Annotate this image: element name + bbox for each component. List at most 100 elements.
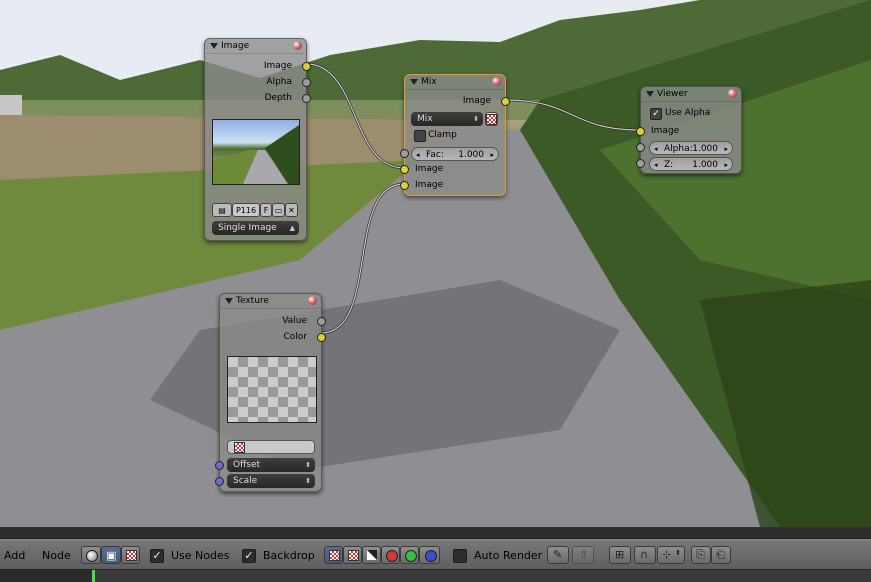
node-preview-ball-icon[interactable] xyxy=(492,77,501,86)
clamp-label: Clamp xyxy=(428,130,457,140)
checker-texture-icon xyxy=(348,550,359,561)
collapse-triangle-icon[interactable] xyxy=(225,298,233,304)
scale-dropdown[interactable]: Scale ⬍ xyxy=(227,474,315,488)
fake-user-button[interactable]: F xyxy=(260,203,272,217)
texture-node-header[interactable]: Texture xyxy=(220,294,321,309)
area-separator[interactable] xyxy=(0,527,871,539)
node-preview-ball-icon[interactable] xyxy=(293,41,302,50)
unlink-image-button[interactable]: ✕ xyxy=(285,203,298,217)
use-nodes-checkbox[interactable]: ✓ xyxy=(150,549,164,563)
input-z-socket[interactable] xyxy=(636,159,645,168)
viewer-node[interactable]: Viewer ✓ Use Alpha Image ◂ Alpha: 1.000 … xyxy=(636,86,742,174)
blend-mode-dropdown[interactable]: Mix ⬍ xyxy=(411,112,483,126)
node-preview-ball-icon[interactable] xyxy=(728,89,737,98)
backdrop-alpha-button[interactable] xyxy=(362,546,381,564)
image-datablock-name[interactable]: P116 xyxy=(232,203,260,217)
image-source-dropdown[interactable]: Single Image ▲ xyxy=(212,221,299,235)
output-color-label: Color xyxy=(283,332,308,342)
snap-toggle-button[interactable]: ⊞ xyxy=(609,546,631,564)
image-browse-button[interactable]: ▤ xyxy=(212,203,232,217)
input-image-1-label: Image xyxy=(415,164,444,174)
input-image-socket[interactable] xyxy=(636,127,645,136)
input-image-2-socket[interactable] xyxy=(400,181,409,190)
decrement-arrow-icon[interactable]: ◂ xyxy=(654,158,658,172)
compositor-tree-button[interactable]: ▣ xyxy=(101,546,121,564)
texture-datablock-field[interactable] xyxy=(227,440,315,454)
clamp-checkbox[interactable] xyxy=(414,130,426,142)
node-preview-ball-icon[interactable] xyxy=(308,296,317,305)
texture-tree-button[interactable] xyxy=(121,546,140,564)
updown-arrows-icon: ⬍ xyxy=(305,461,311,469)
backdrop-blue-button[interactable] xyxy=(419,546,440,564)
backdrop-color-alpha-button[interactable] xyxy=(324,546,343,564)
blue-channel-icon xyxy=(425,550,437,562)
use-alpha-checkbox[interactable]: ✓ xyxy=(650,108,662,120)
increment-arrow-icon[interactable]: ▸ xyxy=(724,142,728,156)
backdrop-color-button[interactable] xyxy=(343,546,362,564)
timeline-playhead[interactable] xyxy=(92,570,95,582)
use-alpha-toggle[interactable] xyxy=(485,112,498,126)
shader-tree-icon xyxy=(86,550,98,562)
close-icon: ✕ xyxy=(288,206,295,215)
output-image-socket[interactable] xyxy=(302,62,311,71)
increment-arrow-icon[interactable]: ▸ xyxy=(724,158,728,172)
texture-tree-icon xyxy=(126,550,137,561)
copy-nodes-button[interactable]: ⎘ xyxy=(691,546,711,564)
texture-preview-thumbnail xyxy=(227,356,317,423)
decrement-arrow-icon[interactable]: ◂ xyxy=(416,148,420,162)
node-menu[interactable]: Node xyxy=(42,548,71,564)
output-alpha-socket[interactable] xyxy=(302,78,311,87)
image-preview-art xyxy=(213,125,299,184)
go-to-parent-button[interactable]: ⇧ xyxy=(572,546,594,564)
input-fac-socket[interactable] xyxy=(400,149,409,158)
mix-node[interactable]: Mix Image Mix ⬍ Clamp ◂ Fac: 1.000 ▸ Ima… xyxy=(400,74,510,196)
add-menu[interactable]: Add xyxy=(4,548,25,564)
output-value-label: Value xyxy=(282,316,307,326)
checker-texture-icon xyxy=(234,442,245,453)
collapse-triangle-icon[interactable] xyxy=(410,79,418,85)
z-field[interactable]: ◂ Z: 1.000 ▸ xyxy=(649,157,733,171)
output-value-socket[interactable] xyxy=(317,317,326,326)
viewer-node-header[interactable]: Viewer xyxy=(641,87,741,102)
image-browse-icon: ▤ xyxy=(218,206,226,215)
backdrop-green-button[interactable] xyxy=(400,546,419,564)
pin-button[interactable]: ✎ xyxy=(547,546,569,564)
output-color-socket[interactable] xyxy=(317,333,326,342)
shader-tree-button[interactable] xyxy=(81,546,101,564)
input-image-1-socket[interactable] xyxy=(400,165,409,174)
snap-magnet-button[interactable]: ∩ xyxy=(634,546,656,564)
timeline-strip[interactable] xyxy=(0,569,871,582)
collapse-triangle-icon[interactable] xyxy=(646,91,654,97)
input-offset-socket[interactable] xyxy=(215,461,224,470)
fac-field[interactable]: ◂ Fac: 1.000 ▸ xyxy=(411,147,499,161)
auto-render-checkbox[interactable] xyxy=(453,549,467,563)
increment-arrow-icon[interactable]: ▸ xyxy=(490,148,494,162)
output-image-socket[interactable] xyxy=(501,97,510,106)
image-node[interactable]: Image Image Alpha Depth ▤ P116 F ▭ ✕ Sin… xyxy=(204,38,311,241)
output-alpha-label: Alpha xyxy=(266,77,292,87)
input-scale-socket[interactable] xyxy=(215,477,224,486)
offset-dropdown[interactable]: Offset ⬍ xyxy=(227,458,315,472)
alpha-field[interactable]: ◂ Alpha: 1.000 ▸ xyxy=(649,141,733,155)
output-image-label: Image xyxy=(263,61,292,71)
green-channel-icon xyxy=(405,550,417,562)
image-node-title: Image xyxy=(221,41,250,51)
backdrop-red-button[interactable] xyxy=(381,546,400,564)
texture-node[interactable]: Texture Value Color Offset ⬍ Scale ⬍ xyxy=(215,293,326,492)
input-alpha-socket[interactable] xyxy=(636,143,645,152)
decrement-arrow-icon[interactable]: ◂ xyxy=(654,142,658,156)
input-image-label: Image xyxy=(651,126,680,136)
open-image-button[interactable]: ▭ xyxy=(272,203,285,217)
alpha-value: 1.000 xyxy=(692,144,718,154)
image-source-value: Single Image xyxy=(218,223,277,233)
paste-nodes-button[interactable]: ⎗ xyxy=(711,546,731,564)
snap-element-dropdown[interactable]: ⊹ ⬍ xyxy=(657,546,685,564)
scale-label: Scale xyxy=(233,476,258,486)
image-node-header[interactable]: Image xyxy=(205,39,306,54)
color-alpha-icon xyxy=(329,550,340,561)
viewer-node-title: Viewer xyxy=(657,89,688,99)
output-depth-socket[interactable] xyxy=(302,94,311,103)
mix-node-header[interactable]: Mix xyxy=(405,75,505,90)
collapse-triangle-icon[interactable] xyxy=(210,43,218,49)
backdrop-checkbox[interactable]: ✓ xyxy=(242,549,256,563)
